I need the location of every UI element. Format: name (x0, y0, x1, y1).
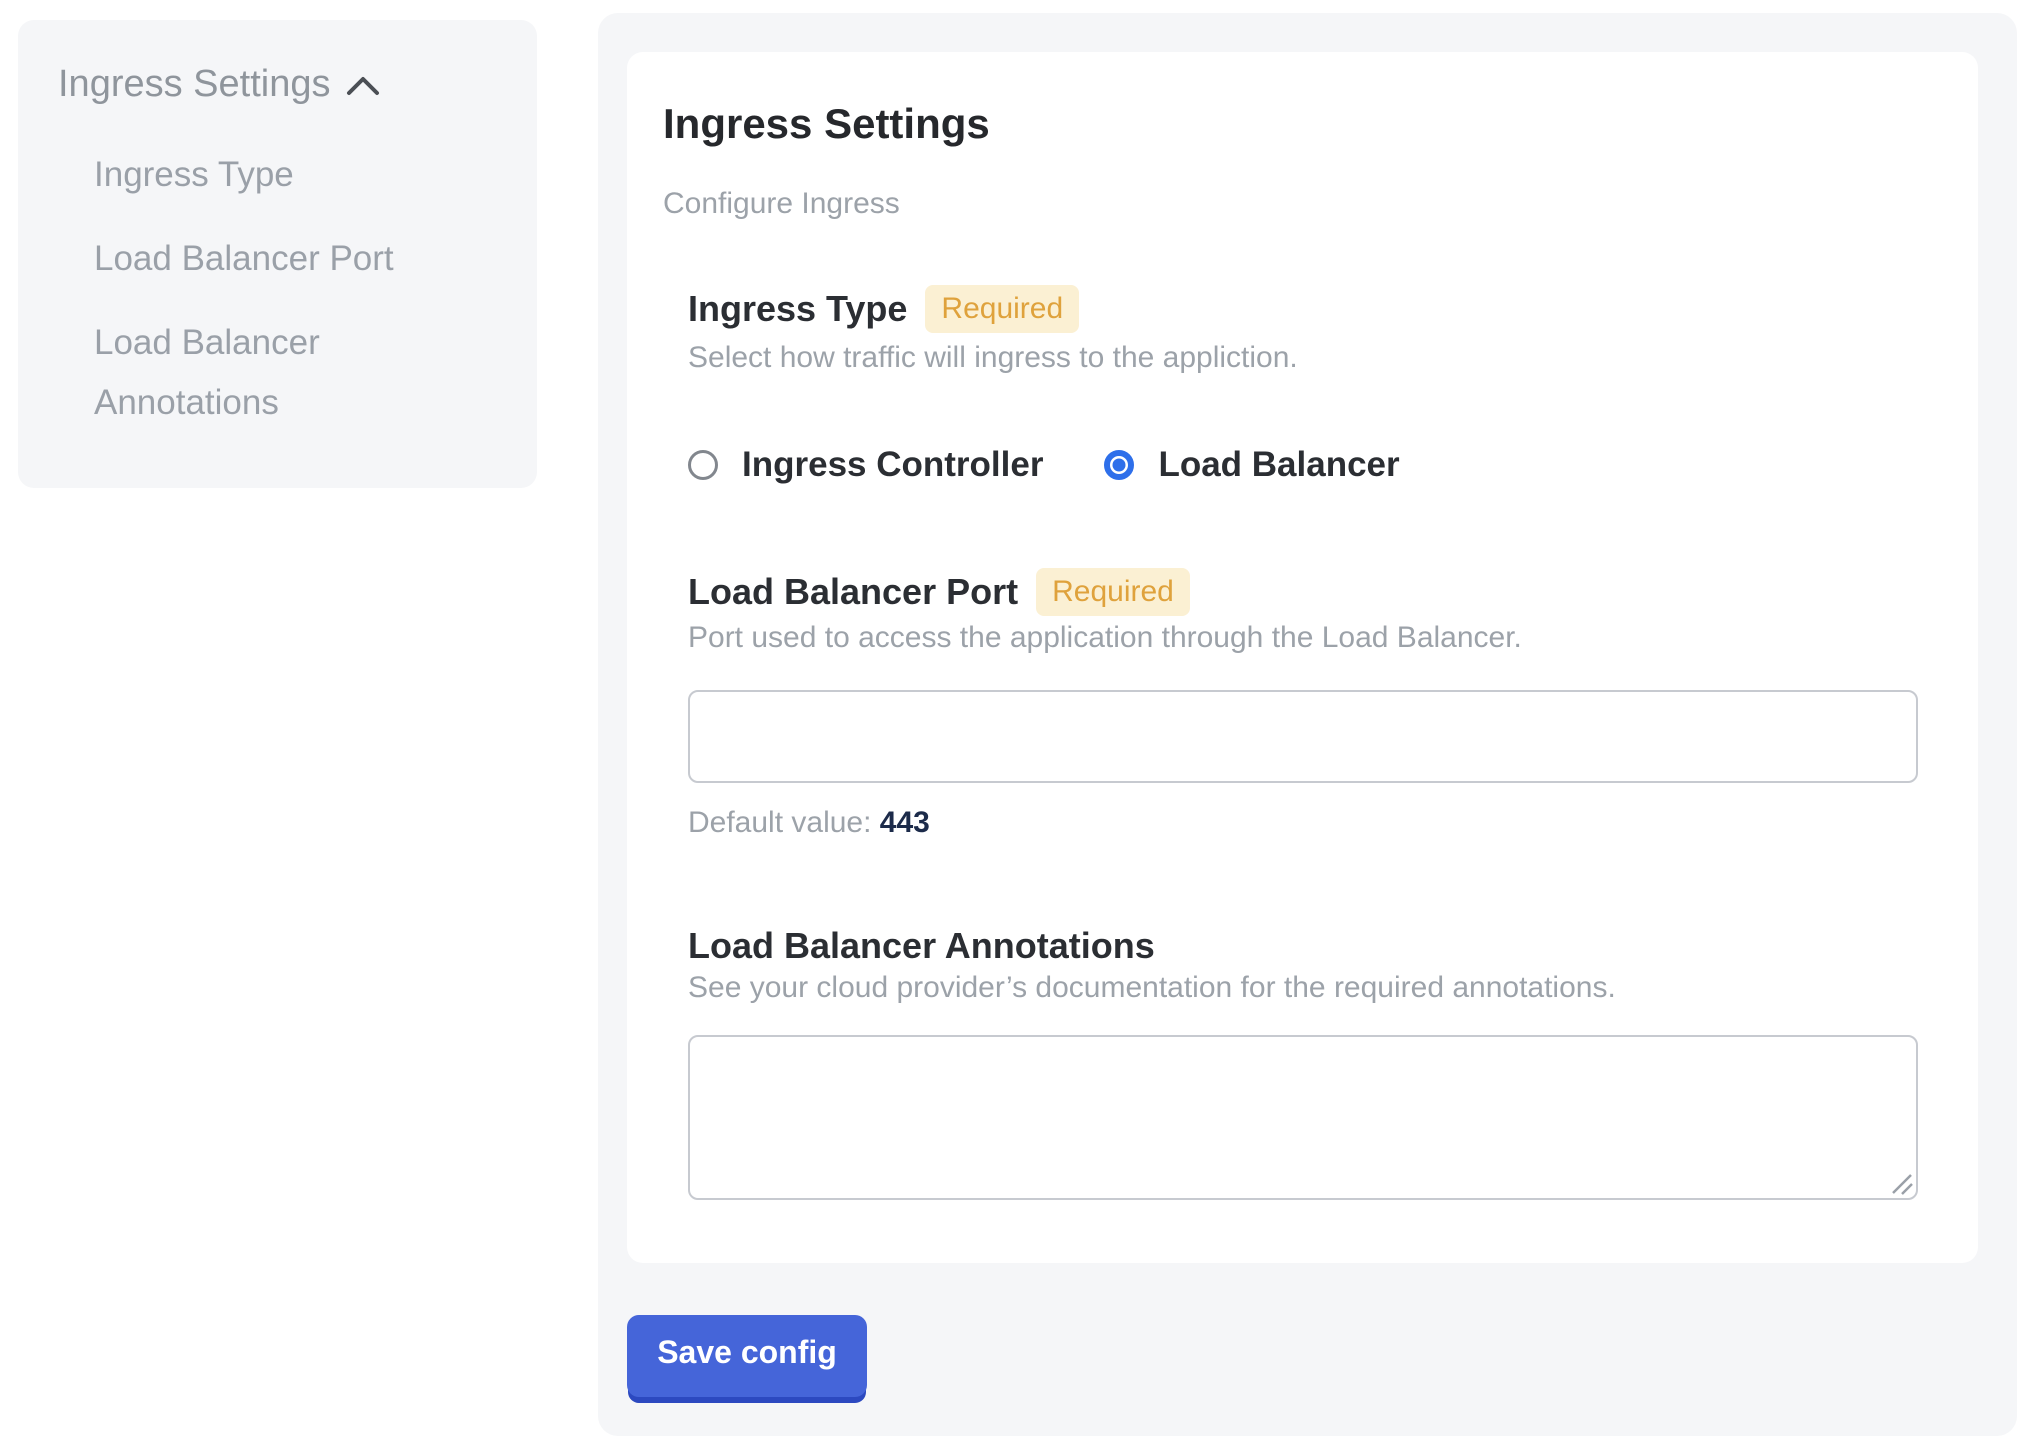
default-value: 443 (880, 806, 930, 839)
sidebar-item-load-balancer-port[interactable]: Load Balancer Port (94, 229, 454, 289)
load-balancer-annotations-description: See your cloud provider’s documentation … (688, 968, 1616, 1008)
load-balancer-annotations-textarea[interactable] (688, 1035, 1918, 1200)
required-badge: Required (925, 285, 1079, 333)
sidebar-item-load-balancer-annotations[interactable]: Load Balancer Annotations (94, 313, 454, 433)
required-badge: Required (1036, 568, 1190, 616)
radio-option-ingress-controller[interactable]: Ingress Controller (688, 443, 1043, 487)
main-panel: Ingress Settings Configure Ingress Ingre… (598, 13, 2017, 1436)
load-balancer-annotations-label: Load Balancer Annotations (688, 920, 1155, 972)
load-balancer-port-label: Load Balancer Port (688, 566, 1018, 618)
radio-option-load-balancer[interactable]: Load Balancer (1104, 443, 1399, 487)
sidebar-section-title: Ingress Settings (58, 60, 330, 108)
radio-label-ingress-controller: Ingress Controller (742, 443, 1043, 487)
sidebar-section-ingress-settings[interactable]: Ingress Settings (58, 60, 497, 108)
sidebar-item-ingress-type[interactable]: Ingress Type (94, 145, 454, 205)
load-balancer-port-description: Port used to access the application thro… (688, 618, 1522, 658)
default-value-line: Default value: 443 (688, 803, 930, 843)
ingress-type-radio-group: Ingress Controller Load Balancer (688, 443, 1400, 487)
load-balancer-annotations-label-row: Load Balancer Annotations (688, 920, 1155, 972)
radio-selected-icon[interactable] (1104, 450, 1134, 480)
radio-label-load-balancer: Load Balancer (1158, 443, 1399, 487)
sidebar-item-list: Ingress Type Load Balancer Port Load Bal… (58, 145, 497, 433)
load-balancer-port-label-row: Load Balancer Port Required (688, 566, 1190, 618)
ingress-type-description: Select how traffic will ingress to the a… (688, 338, 1298, 378)
page-subtitle: Configure Ingress (663, 184, 900, 224)
load-balancer-port-input[interactable] (688, 690, 1918, 783)
default-value-label: Default value: (688, 806, 871, 839)
ingress-type-label: Ingress Type (688, 283, 907, 335)
radio-unselected-icon[interactable] (688, 450, 718, 480)
ingress-settings-card: Ingress Settings Configure Ingress Ingre… (627, 52, 1978, 1263)
chevron-up-icon (346, 75, 380, 97)
save-config-button[interactable]: Save config (627, 1315, 867, 1397)
settings-sidebar: Ingress Settings Ingress Type Load Balan… (18, 20, 537, 488)
ingress-type-label-row: Ingress Type Required (688, 283, 1079, 335)
page-title: Ingress Settings (663, 98, 990, 150)
